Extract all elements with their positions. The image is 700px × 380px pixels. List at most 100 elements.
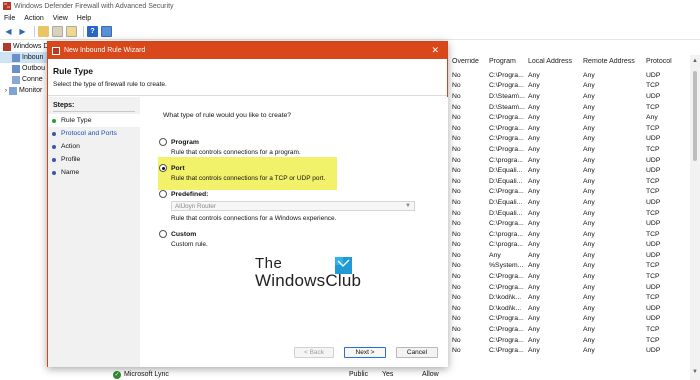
cell-program: D:\Equali... (489, 167, 523, 175)
cell-protocol: UDP (646, 71, 661, 79)
column-header-program[interactable]: Program (487, 58, 526, 70)
scroll-thumb[interactable] (693, 71, 697, 161)
custom-radio[interactable] (159, 230, 167, 238)
close-icon[interactable]: ✕ (431, 45, 439, 56)
table-row[interactable]: No %System... Any Any TCP (448, 261, 690, 272)
cell-protocol: UDP (646, 198, 661, 206)
cell-override: No (452, 315, 461, 323)
column-header-local-address[interactable]: Local Address (526, 58, 581, 70)
table-row[interactable]: No D:\Equali... Any Any UDP (448, 165, 690, 176)
next-button[interactable]: Next > (344, 347, 386, 358)
table-row[interactable]: No C:\Progra... Any Any UDP (448, 282, 690, 293)
cell-program: C:\Progra... (489, 347, 524, 355)
table-row[interactable]: No C:\Progra... Any Any TCP (448, 187, 690, 198)
cell-override: No (452, 209, 461, 217)
predefined-radio[interactable] (159, 190, 167, 198)
column-header-protocol[interactable]: Protocol (644, 58, 690, 70)
table-row[interactable]: No C:\Progra... Any Any TCP (448, 144, 690, 155)
cell-local-address: Any (528, 262, 540, 270)
expand-chevron-icon[interactable]: › (5, 88, 7, 94)
chevron-down-icon[interactable]: ▼ (405, 203, 411, 209)
back-arrow-icon[interactable]: ◀ (3, 26, 14, 37)
menu-view[interactable]: View (53, 15, 68, 22)
table-row[interactable]: No C:\Progra... Any Any TCP (448, 335, 690, 346)
cell-program: C:\Progra... (489, 315, 524, 323)
menu-action[interactable]: Action (24, 15, 43, 22)
table-row[interactable]: No D:\kodi\k... Any Any UDP (448, 303, 690, 314)
tree-item-label: Monitor (19, 87, 43, 94)
table-row[interactable]: No C:\Progra... Any Any TCP (448, 271, 690, 282)
cell-remote-address: Any (583, 241, 595, 249)
table-row[interactable]: No C:\Progra... Any Any UDP (448, 218, 690, 229)
column-header-remote-address[interactable]: Remote Address (581, 58, 644, 70)
table-row[interactable]: ✓ Microsoft Lync Public Yes Allow (110, 369, 690, 380)
predefined-select[interactable]: AllJoyn Router ▼ (171, 201, 415, 211)
show-hide-tree-icon[interactable] (52, 26, 63, 37)
table-row[interactable]: No D:\kodi\k... Any Any TCP (448, 292, 690, 303)
option-custom[interactable]: Custom Custom rule. (159, 230, 208, 248)
table-row[interactable]: No D:\Steam\... Any Any TCP (448, 102, 690, 113)
program-radio[interactable] (159, 138, 167, 146)
scroll-up-icon[interactable]: ▲ (691, 58, 699, 66)
table-row[interactable]: No C:\Progra... Any Any UDP (448, 314, 690, 325)
new-inbound-rule-wizard: New Inbound Rule Wizard ✕ Rule Type Sele… (47, 41, 448, 367)
cell-protocol: UDP (646, 135, 661, 143)
cell-protocol: TCP (646, 103, 660, 111)
rules-grid-rows: No C:\Progra... Any Any UDP No C:\Progra... Any… (448, 70, 690, 356)
toolbar-separator (34, 26, 35, 37)
table-row[interactable]: No C:\Progra... Any Any TCP (448, 123, 690, 134)
menu-help[interactable]: Help (77, 15, 91, 22)
option-program[interactable]: Program Rule that controls connections f… (159, 138, 301, 156)
step-name[interactable]: Name (48, 166, 140, 179)
cancel-button[interactable]: Cancel (396, 347, 438, 358)
vertical-scrollbar[interactable]: ▲ ▼ (690, 55, 700, 380)
cell-local-address: Any (528, 336, 540, 344)
cell-protocol: UDP (646, 167, 661, 175)
cell-program: D:\kodi\k... (489, 294, 522, 302)
folder-up-icon[interactable] (38, 26, 49, 37)
menu-file[interactable]: File (4, 15, 15, 22)
forward-arrow-icon[interactable]: ▶ (17, 26, 28, 37)
export-list-icon[interactable] (66, 26, 77, 37)
table-row[interactable]: No C:\Progra... Any Any TCP (448, 81, 690, 92)
cell-local-address: Any (528, 241, 540, 249)
step-rule-type[interactable]: Rule Type (48, 114, 140, 127)
table-row[interactable]: No C:\Progra... Any Any Any (448, 112, 690, 123)
step-action[interactable]: Action (48, 140, 140, 153)
table-row[interactable]: No D:\Equali... Any Any TCP (448, 176, 690, 187)
properties-icon[interactable] (101, 26, 112, 37)
table-row[interactable]: No D:\Equali... Any Any UDP (448, 197, 690, 208)
cell-program: %System... (489, 262, 524, 270)
option-predefined[interactable]: Predefined: (159, 190, 208, 198)
cell-program: C:\Progra... (489, 273, 524, 281)
option-port[interactable]: Port Rule that controls connections for … (159, 164, 325, 182)
table-row[interactable]: No D:\Steam\... Any Any UDP (448, 91, 690, 102)
table-row[interactable]: No C:\progra... Any Any TCP (448, 229, 690, 240)
cell-remote-address: Any (583, 326, 595, 334)
step-profile[interactable]: Profile (48, 153, 140, 166)
help-icon[interactable]: ? (87, 26, 98, 37)
table-row[interactable]: No C:\progra... Any Any UDP (448, 155, 690, 166)
cell-local-address: Any (528, 230, 540, 238)
cell-program: C:\progra... (489, 156, 523, 164)
table-row[interactable]: No Any Any Any UDP (448, 250, 690, 261)
table-row[interactable]: No D:\Equali... Any Any TCP (448, 208, 690, 219)
table-row[interactable]: No C:\Progra... Any Any UDP (448, 134, 690, 145)
cell-protocol: UDP (646, 156, 661, 164)
cell-local-address: Any (528, 124, 540, 132)
table-row[interactable]: No C:\progra... Any Any UDP (448, 240, 690, 251)
port-radio[interactable] (159, 164, 167, 172)
cell-remote-address: Any (583, 251, 595, 259)
column-header-override[interactable]: Override (448, 58, 487, 70)
cell-override: No (452, 294, 461, 302)
cell-local-address: Any (528, 135, 540, 143)
table-row[interactable]: No C:\Progra... Any Any UDP (448, 345, 690, 356)
step-bullet-icon (52, 118, 56, 123)
scroll-down-icon[interactable]: ▼ (691, 369, 699, 377)
cell-program: C:\Progra... (489, 188, 524, 196)
table-row[interactable]: No C:\Progra... Any Any UDP (448, 70, 690, 81)
cell-local-address: Any (528, 209, 540, 217)
table-row[interactable]: No C:\Progra... Any Any TCP (448, 324, 690, 335)
back-button[interactable]: < Back (294, 347, 334, 358)
step-protocol-and-ports[interactable]: Protocol and Ports (48, 127, 140, 140)
